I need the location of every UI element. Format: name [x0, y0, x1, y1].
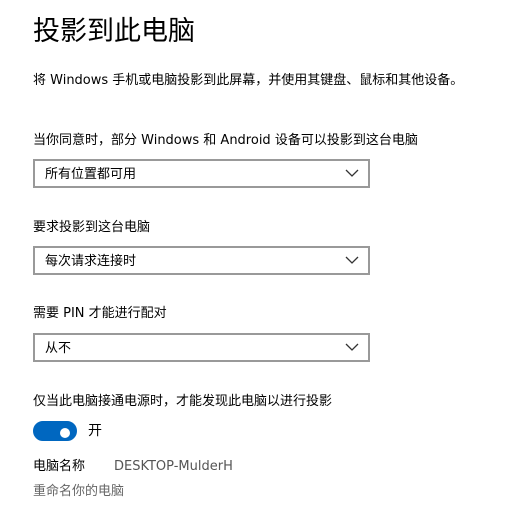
require-pin-dropdown[interactable]: 从不: [33, 333, 370, 362]
pc-name-value: DESKTOP-MulderH: [114, 459, 233, 474]
ask-to-project-label: 要求投影到这台电脑: [33, 220, 151, 235]
ask-to-project-selected-value: 每次请求连接时: [45, 254, 137, 269]
project-to-this-pc-page: 投影到此电脑 将 Windows 手机或电脑投影到此屏幕，并使用其键盘、鼠标和其…: [0, 0, 523, 523]
page-title: 投影到此电脑: [33, 16, 195, 47]
ask-to-project-dropdown[interactable]: 每次请求连接时: [33, 246, 370, 275]
chevron-down-icon: [345, 343, 359, 351]
page-description: 将 Windows 手机或电脑投影到此屏幕，并使用其键盘、鼠标和其他设备。: [33, 73, 464, 88]
rename-pc-link[interactable]: 重命名你的电脑: [33, 483, 124, 501]
power-discovery-toggle[interactable]: [33, 421, 77, 441]
require-pin-selected-value: 从不: [45, 341, 72, 356]
require-pin-label: 需要 PIN 才能进行配对: [33, 306, 167, 321]
chevron-down-icon: [345, 169, 359, 177]
availability-selected-value: 所有位置都可用: [45, 167, 137, 182]
power-discovery-label: 仅当此电脑接通电源时，才能发现此电脑以进行投影: [33, 394, 333, 409]
toggle-knob: [60, 428, 70, 438]
availability-label: 当你同意时，部分 Windows 和 Android 设备可以投影到这台电脑: [33, 133, 418, 148]
power-toggle-state: 开: [88, 423, 102, 439]
pc-name-label: 电脑名称: [33, 459, 86, 474]
chevron-down-icon: [345, 256, 359, 264]
availability-dropdown[interactable]: 所有位置都可用: [33, 159, 370, 188]
